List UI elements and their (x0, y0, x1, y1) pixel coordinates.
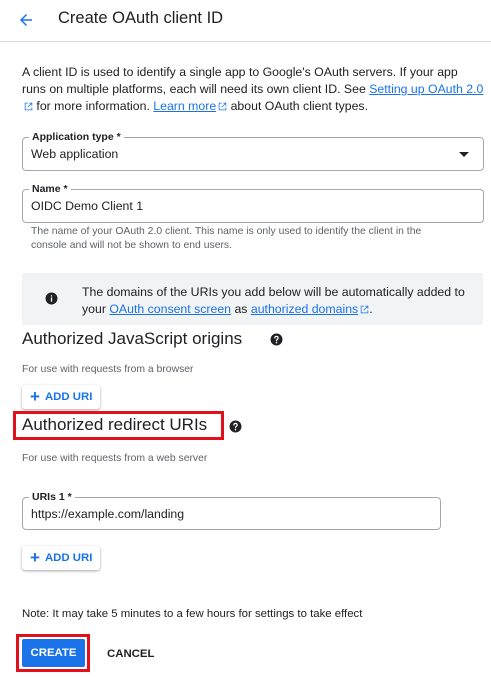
info-text-part: . (369, 302, 373, 316)
intro-text-part: for more information. (33, 99, 154, 113)
dropdown-caret-icon (459, 152, 469, 157)
redirect-uri-label: URIs 1 * (29, 490, 75, 504)
intro-text-part: about OAuth client types. (227, 99, 368, 113)
setting-up-oauth-link[interactable]: Setting up OAuth 2.0 (369, 82, 483, 96)
cancel-button[interactable]: CANCEL (100, 644, 161, 664)
arrow-back-icon[interactable] (17, 11, 35, 29)
create-button[interactable]: CREATE (22, 639, 85, 667)
name-label: Name * (29, 182, 71, 196)
plus-icon: + (30, 387, 40, 406)
add-redirect-uri-label: ADD URI (44, 552, 93, 564)
redirect-uri-value: https://example.com/landing (31, 507, 185, 521)
redirect-uri-field[interactable]: URIs 1 * https://example.com/landing (22, 490, 441, 530)
external-link-icon (218, 102, 227, 111)
oauth-consent-screen-link[interactable]: OAuth consent screen (109, 302, 231, 316)
name-hint: The name of your OAuth 2.0 client. This … (31, 226, 422, 251)
name-field[interactable]: Name * OIDC Demo Client 1 (22, 182, 484, 223)
js-origins-subtitle: For use with requests from a browser (22, 364, 194, 375)
authorized-domains-link[interactable]: authorized domains (251, 302, 358, 316)
name-value: OIDC Demo Client 1 (31, 199, 144, 213)
external-link-icon (360, 305, 369, 314)
help-icon[interactable] (229, 420, 242, 433)
application-type-select[interactable]: Application type * Web application (22, 130, 484, 171)
application-type-label: Application type * (29, 130, 124, 144)
info-icon (45, 292, 58, 305)
application-type-value: Web application (31, 147, 119, 161)
add-redirect-uri-button[interactable]: + ADD URI (22, 546, 101, 570)
help-icon[interactable] (270, 333, 283, 346)
add-js-origin-button[interactable]: + ADD URI (22, 385, 101, 409)
learn-more-link[interactable]: Learn more (153, 99, 216, 113)
plus-icon: + (30, 548, 40, 567)
page-title: Create OAuth client ID (58, 9, 224, 27)
redirect-uris-subtitle: For use with requests from a web server (22, 453, 208, 464)
external-link-icon (24, 102, 33, 111)
js-origins-title: Authorized JavaScript origins (22, 329, 243, 348)
info-text-part: as (231, 302, 251, 316)
propagation-note: Note: It may take 5 minutes to a few hou… (22, 608, 363, 620)
info-text: The domains of the URIs you add below wi… (82, 284, 477, 318)
redirect-uris-title: Authorized redirect URIs (22, 415, 208, 434)
add-js-origin-label: ADD URI (44, 391, 93, 403)
intro-text: A client ID is used to identify a single… (22, 64, 484, 115)
